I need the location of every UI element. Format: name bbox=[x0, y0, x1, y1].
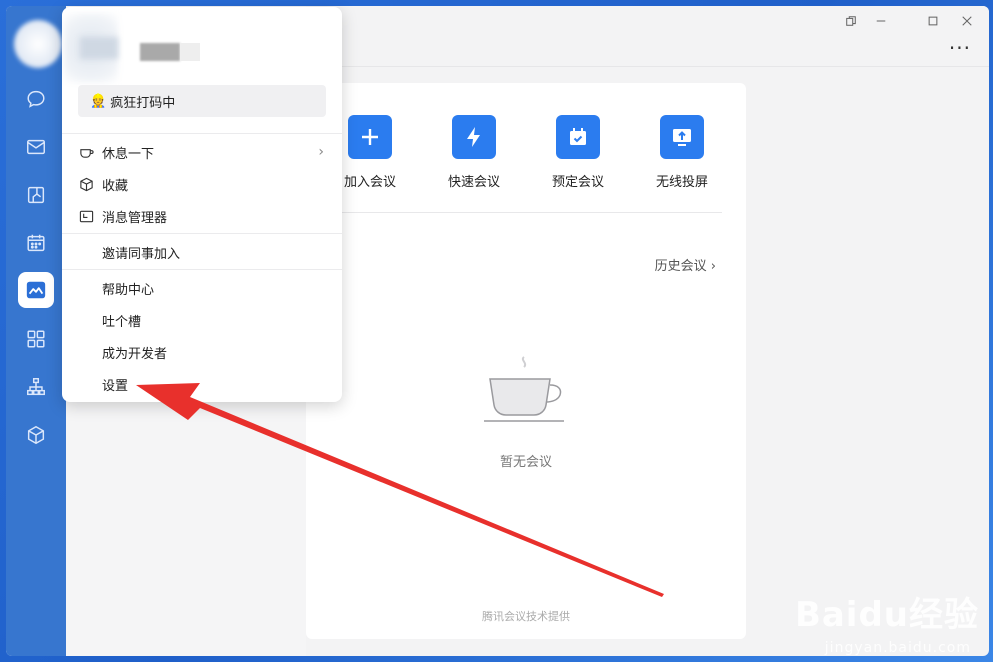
org-chart-icon[interactable] bbox=[22, 373, 50, 401]
screen-cast-icon bbox=[660, 115, 704, 159]
menu-divider bbox=[62, 269, 342, 270]
menu-item-feedback[interactable]: 吐个槽 bbox=[62, 305, 342, 335]
calendar-icon[interactable] bbox=[22, 229, 50, 257]
lightning-icon bbox=[452, 115, 496, 159]
screen-cast-button[interactable]: 无线投屏 bbox=[642, 115, 722, 190]
action-label: 快速会议 bbox=[447, 175, 500, 190]
watermark-logo: Baidu经验 bbox=[794, 595, 979, 635]
user-avatar[interactable] bbox=[14, 20, 62, 68]
history-meetings-link[interactable]: 历史会议 › bbox=[655, 255, 716, 274]
menu-item-settings[interactable]: 设置 bbox=[62, 369, 342, 399]
meeting-actions: 加入会议 快速会议 预定会议 无线投屏 bbox=[306, 83, 746, 213]
worker-emoji-icon: 👷 bbox=[90, 93, 107, 109]
quick-meeting-button[interactable]: 快速会议 bbox=[434, 115, 514, 190]
blurred-name bbox=[140, 43, 180, 61]
menu-item-label: 成为开发者 bbox=[102, 346, 168, 362]
status-text: 疯狂打码中 bbox=[110, 95, 176, 111]
top-bar: ··· bbox=[306, 6, 989, 67]
menu-item-label: 吐个槽 bbox=[102, 314, 142, 330]
menu-item-take-break[interactable]: 休息一下 › bbox=[62, 137, 342, 167]
cube-icon[interactable] bbox=[22, 421, 50, 449]
menu-item-label: 收藏 bbox=[102, 178, 129, 194]
empty-state-text: 暂无会议 bbox=[499, 455, 552, 470]
menu-item-label: 邀请同事加入 bbox=[102, 246, 181, 262]
box-icon bbox=[78, 176, 94, 192]
join-meeting-button[interactable]: 加入会议 bbox=[330, 115, 410, 190]
menu-item-message-manager[interactable]: 消息管理器 bbox=[62, 201, 342, 231]
menu-divider bbox=[62, 233, 342, 234]
menu-item-become-developer[interactable]: 成为开发者 bbox=[62, 337, 342, 367]
coffee-cup-icon bbox=[78, 144, 94, 160]
close-icon[interactable] bbox=[956, 10, 978, 32]
action-label: 加入会议 bbox=[343, 175, 396, 190]
meeting-panel: 加入会议 快速会议 预定会议 无线投屏 历史会议 › 暂无会议 腾讯会议技术提供 bbox=[306, 83, 746, 639]
more-options-button[interactable]: ··· bbox=[949, 36, 971, 60]
schedule-meeting-button[interactable]: 预定会议 bbox=[538, 115, 618, 190]
chat-bubble-icon[interactable] bbox=[22, 85, 50, 113]
clock-window-icon bbox=[78, 208, 94, 224]
menu-item-label: 帮助中心 bbox=[102, 282, 155, 298]
powered-by-text: 腾讯会议技术提供 bbox=[482, 610, 570, 623]
menu-item-invite-colleagues[interactable]: 邀请同事加入 bbox=[62, 237, 342, 267]
chevron-right-icon: › bbox=[318, 144, 324, 160]
menu-divider bbox=[62, 133, 342, 134]
empty-coffee-cup-illustration bbox=[484, 356, 564, 422]
watermark-url: jingyan.baidu.com bbox=[824, 640, 971, 656]
menu-item-label: 设置 bbox=[102, 378, 129, 394]
mail-icon[interactable] bbox=[22, 133, 50, 161]
menu-item-label: 休息一下 bbox=[102, 146, 155, 162]
menu-item-label: 消息管理器 bbox=[102, 210, 168, 226]
history-label: 历史会议 bbox=[654, 259, 707, 274]
blurred-name bbox=[80, 37, 118, 59]
menu-item-help-center[interactable]: 帮助中心 bbox=[62, 273, 342, 303]
grid-icon[interactable] bbox=[22, 325, 50, 353]
chevron-right-icon: › bbox=[710, 259, 716, 274]
calendar-check-icon bbox=[556, 115, 600, 159]
action-label: 无线投屏 bbox=[655, 175, 708, 190]
status-field[interactable]: 👷 疯狂打码中 bbox=[78, 85, 326, 117]
sidebar bbox=[6, 6, 66, 656]
blurred-name bbox=[180, 43, 200, 61]
pin-window-icon[interactable] bbox=[840, 10, 862, 32]
menu-item-favorites[interactable]: 收藏 bbox=[62, 169, 342, 199]
plus-icon bbox=[348, 115, 392, 159]
action-label: 预定会议 bbox=[551, 175, 604, 190]
docs-icon[interactable] bbox=[22, 181, 50, 209]
maximize-icon[interactable] bbox=[922, 10, 944, 32]
minimize-icon[interactable] bbox=[870, 10, 892, 32]
profile-popup-menu: 👷 疯狂打码中 休息一下 › 收藏 消息管理器 邀请同事加入 帮助中心 吐个槽 … bbox=[62, 7, 342, 402]
meeting-icon[interactable] bbox=[18, 272, 54, 308]
divider bbox=[326, 212, 722, 213]
